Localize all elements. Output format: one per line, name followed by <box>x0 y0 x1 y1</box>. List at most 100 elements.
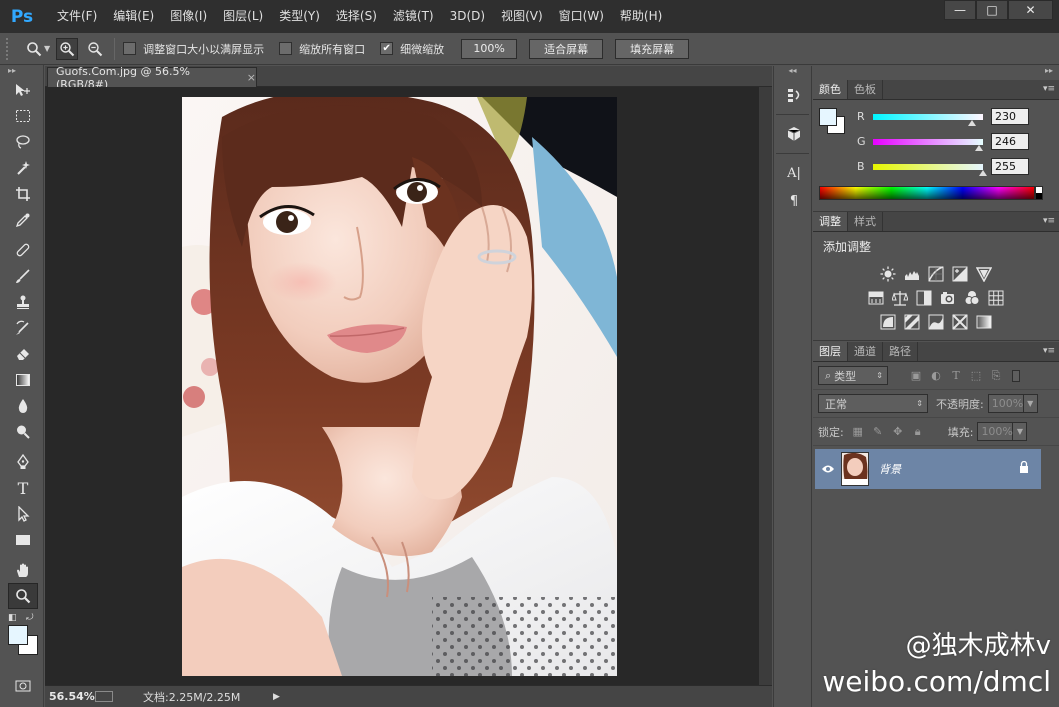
lock-all-icon[interactable]: 🔒︎ <box>908 423 928 441</box>
lock-position-icon[interactable]: ✥ <box>888 423 908 441</box>
curves-icon[interactable] <box>927 265 945 283</box>
red-slider[interactable] <box>873 113 983 126</box>
dodge-tool[interactable] <box>8 419 38 445</box>
resize-windows-option[interactable]: 调整窗口大小以满屏显示 <box>123 41 264 57</box>
filter-smart-object-icon[interactable]: ⎘ <box>986 367 1006 385</box>
menu-edit[interactable]: 编辑(E) <box>105 0 162 33</box>
fill-screen-button[interactable]: 填充屏幕 <box>615 38 690 59</box>
zoom-all-checkbox[interactable] <box>279 42 293 55</box>
opacity-dropdown-icon[interactable]: ▼ <box>1023 394 1038 413</box>
tab-color[interactable]: 颜色 <box>813 80 848 99</box>
zoom-in-button[interactable] <box>56 37 79 60</box>
blue-slider[interactable] <box>873 163 987 176</box>
opacity-field[interactable]: 100% <box>987 394 1024 413</box>
canvas-vertical-scrollbar[interactable] <box>759 87 772 685</box>
gradient-tool[interactable] <box>8 367 38 393</box>
resize-windows-checkbox[interactable] <box>123 42 137 55</box>
tool-preset-picker[interactable]: ▼ <box>26 41 50 57</box>
marquee-tool[interactable] <box>8 103 38 129</box>
vibrance-icon[interactable] <box>975 265 993 283</box>
close-tab-icon[interactable]: × <box>247 71 256 84</box>
green-slider-thumb[interactable] <box>975 144 984 151</box>
layer-row-background[interactable]: 背景 <box>815 449 1041 489</box>
photo-filter-icon[interactable] <box>939 289 957 307</box>
magic-wand-tool[interactable] <box>8 155 38 181</box>
filter-adjustment-icon[interactable]: ◐ <box>926 367 946 385</box>
tab-styles[interactable]: 样式 <box>848 212 883 231</box>
dock-collapse-grip[interactable]: ◂◂ <box>774 66 811 80</box>
tab-layers[interactable]: 图层 <box>813 342 848 361</box>
character-panel-button[interactable]: A| <box>780 160 808 186</box>
tab-paths[interactable]: 路径 <box>883 342 918 361</box>
layer-visibility-toggle[interactable] <box>815 464 841 474</box>
clone-stamp-tool[interactable] <box>8 289 38 315</box>
fill-dropdown-icon[interactable]: ▼ <box>1013 422 1028 441</box>
history-brush-tool[interactable] <box>8 315 38 341</box>
lock-transparent-icon[interactable]: ▦ <box>848 423 868 441</box>
type-tool[interactable]: T <box>8 475 38 501</box>
close-button[interactable]: ✕ <box>1008 0 1053 20</box>
panel-menu-icon[interactable]: ▾≡ <box>1043 216 1055 226</box>
brush-tool[interactable] <box>8 263 38 289</box>
tools-panel-grip[interactable]: ▸▸ <box>0 65 43 77</box>
scrubby-zoom-option[interactable]: ✔ 细微缩放 <box>380 41 444 57</box>
actual-pixels-button[interactable]: 100% <box>461 38 518 59</box>
blend-mode-dropdown[interactable]: 正常 ⇕ <box>818 394 928 413</box>
zoom-out-button[interactable] <box>84 38 106 60</box>
brightness-contrast-icon[interactable] <box>879 265 897 283</box>
healing-brush-tool[interactable] <box>8 237 38 263</box>
layer-filter-dropdown[interactable]: ⌕ 类型 ⇕ <box>818 366 888 385</box>
color-spectrum-ramp[interactable] <box>819 186 1035 200</box>
lasso-tool[interactable] <box>8 129 38 155</box>
blue-slider-thumb[interactable] <box>979 169 987 176</box>
panels-grip[interactable]: ▸▸ <box>813 66 1059 80</box>
history-panel-button[interactable] <box>780 82 808 108</box>
panel-foreground-swatch[interactable] <box>819 108 837 126</box>
rectangle-tool[interactable] <box>8 527 38 553</box>
tab-channels[interactable]: 通道 <box>848 342 883 361</box>
pen-tool[interactable] <box>8 449 38 475</box>
layer-thumbnail[interactable] <box>841 452 869 486</box>
menu-window[interactable]: 窗口(W) <box>551 0 612 33</box>
paragraph-panel-button[interactable]: ¶ <box>780 188 808 214</box>
default-colors-icon[interactable]: ◧ <box>8 613 17 623</box>
quick-mask-button[interactable] <box>8 677 38 695</box>
blur-tool[interactable] <box>8 393 38 419</box>
menu-3d[interactable]: 3D(D) <box>442 0 493 33</box>
filter-shape-icon[interactable]: ⬚ <box>966 367 986 385</box>
swap-colors-icon[interactable]: ⤾ <box>26 613 34 623</box>
menu-select[interactable]: 选择(S) <box>328 0 385 33</box>
hand-tool[interactable] <box>8 557 38 583</box>
foreground-color-swatch[interactable] <box>8 625 28 645</box>
status-menu-arrow-icon[interactable]: ▶ <box>273 692 280 702</box>
filter-toggle-switch[interactable] <box>1012 369 1020 382</box>
levels-icon[interactable] <box>903 265 921 283</box>
color-balance-icon[interactable] <box>891 289 909 307</box>
green-value-field[interactable]: 246 <box>991 133 1029 150</box>
hue-saturation-icon[interactable] <box>867 289 885 307</box>
channel-mixer-icon[interactable] <box>963 289 981 307</box>
black-white-icon[interactable] <box>915 289 933 307</box>
zoom-level[interactable]: 56.54% <box>49 690 95 703</box>
maximize-button[interactable]: □ <box>976 0 1008 20</box>
threshold-icon[interactable] <box>927 313 945 331</box>
filter-pixel-icon[interactable]: ▣ <box>906 367 926 385</box>
panel-menu-icon[interactable]: ▾≡ <box>1043 84 1055 94</box>
gradient-map-icon[interactable] <box>975 313 993 331</box>
move-tool[interactable] <box>8 77 38 103</box>
canvas-area[interactable] <box>45 87 772 685</box>
menu-file[interactable]: 文件(F) <box>49 0 105 33</box>
color-lookup-icon[interactable] <box>987 289 1005 307</box>
menu-layer[interactable]: 图层(L) <box>215 0 271 33</box>
fit-screen-button[interactable]: 适合屏幕 <box>529 38 604 59</box>
invert-icon[interactable] <box>879 313 897 331</box>
blue-value-field[interactable]: 255 <box>991 158 1029 175</box>
tab-adjustments[interactable]: 调整 <box>813 212 848 231</box>
fill-field[interactable]: 100% <box>977 422 1014 441</box>
red-value-field[interactable]: 230 <box>991 108 1029 125</box>
eyedropper-tool[interactable] <box>8 207 38 233</box>
document-tab[interactable]: Guofs.Com.jpg @ 56.5%(RGB/8#) × <box>47 65 257 91</box>
zoom-all-option[interactable]: 缩放所有窗口 <box>279 41 365 57</box>
minimize-button[interactable]: — <box>944 0 976 20</box>
canvas-image[interactable] <box>182 97 617 676</box>
